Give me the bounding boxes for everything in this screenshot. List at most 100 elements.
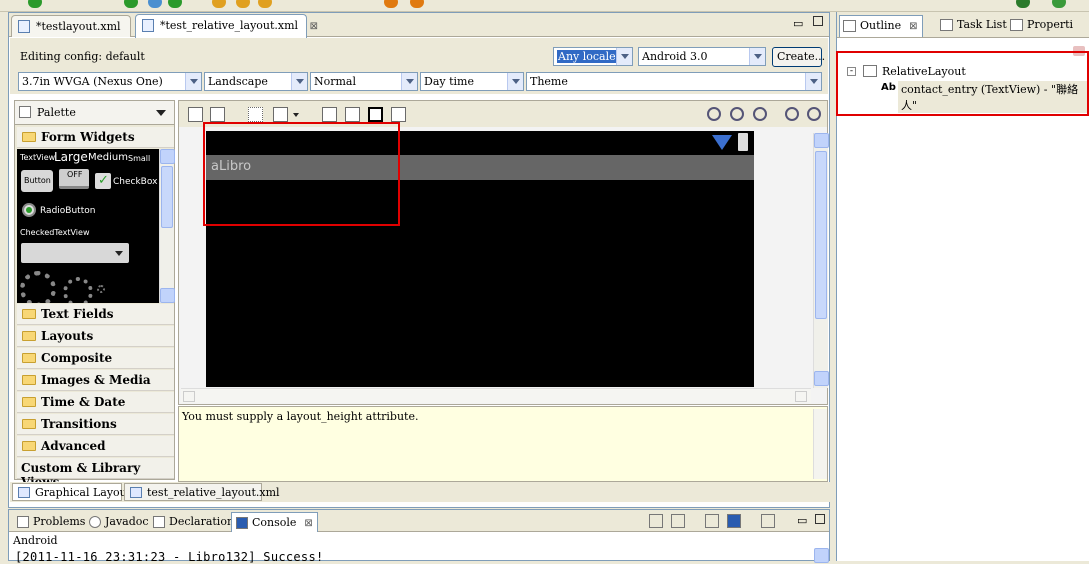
canvas-vscrollbar[interactable] (813, 133, 829, 388)
run-icon[interactable] (28, 0, 42, 8)
palette-category-form-widgets[interactable]: Form Widgets (17, 127, 174, 148)
palette-menu-icon[interactable] (156, 110, 166, 116)
tab-testlayout[interactable]: *testlayout.xml (11, 15, 131, 37)
tab-javadoc[interactable]: Javadoc (85, 512, 153, 532)
widget-toggle-button[interactable]: OFF (59, 169, 89, 189)
debug-icon[interactable] (124, 0, 138, 8)
close-tab-icon[interactable]: ⊠ (304, 518, 312, 529)
widget-small-text[interactable]: Small (128, 154, 150, 163)
palette-category-images-media[interactable]: Images & Media (17, 370, 174, 391)
clear-console-icon[interactable] (649, 514, 663, 528)
toggle-fill-height-icon[interactable] (210, 107, 225, 122)
scroll-up-icon[interactable] (160, 149, 175, 164)
locale-select[interactable]: Any locale (553, 47, 633, 66)
widget-progressbar-large[interactable] (20, 271, 56, 303)
ddms-perspective-icon[interactable] (1016, 0, 1030, 8)
orientation-select[interactable]: Landscape (204, 72, 308, 91)
palette-icon (19, 106, 31, 118)
margins-icon[interactable] (248, 107, 263, 122)
gravity-icon[interactable] (273, 107, 288, 122)
palette-category-layouts[interactable]: Layouts (17, 326, 174, 347)
widget-textview[interactable]: TextView (20, 153, 55, 162)
zoom-fit-icon[interactable] (707, 107, 721, 121)
zoom-out-icon[interactable] (785, 107, 799, 121)
widget-spinner[interactable] (21, 243, 129, 263)
toggle-fill-width-icon[interactable] (188, 107, 203, 122)
baseline-icon[interactable] (368, 107, 383, 122)
canvas-hscrollbar[interactable] (181, 388, 811, 403)
close-tab-icon[interactable]: ⊠ (310, 21, 318, 32)
console-output-line: [2011-11-16 23:31:23 - Libro132] Success… (15, 550, 324, 564)
widget-checkedtextview[interactable]: CheckedTextView (20, 228, 90, 237)
zoom-in-icon[interactable] (807, 107, 821, 121)
mode-select[interactable]: Normal (310, 72, 418, 91)
palette-category-transitions[interactable]: Transitions (17, 414, 174, 435)
forward-arrow-icon[interactable] (410, 0, 424, 8)
checkbox-icon[interactable]: ✓ (95, 173, 111, 189)
device-value: 3.7in WVGA (Nexus One) (22, 75, 163, 88)
palette-category-time-date[interactable]: Time & Date (17, 392, 174, 413)
folder-icon (22, 375, 36, 385)
tab-problems[interactable]: Problems (13, 512, 89, 532)
distribute-weights-icon[interactable] (322, 107, 337, 122)
console-name: Android (13, 534, 58, 547)
maximize-icon[interactable] (815, 514, 825, 524)
scroll-lock-icon[interactable] (671, 514, 685, 528)
scroll-up-icon[interactable] (814, 133, 829, 148)
scroll-thumb[interactable] (815, 151, 827, 319)
tab-console[interactable]: Console ⊠ (231, 512, 318, 532)
tab-test-relative-layout[interactable]: *test_relative_layout.xml ⊠ (135, 14, 318, 38)
minimize-icon[interactable]: ▭ (797, 514, 807, 527)
widget-medium-text[interactable]: Medium (88, 152, 128, 163)
widget-large-text[interactable]: Large (54, 150, 88, 164)
zoom-100-icon[interactable] (753, 107, 767, 121)
layout-weight-icon[interactable] (345, 107, 360, 122)
java-perspective-icon[interactable] (1052, 0, 1066, 8)
theme-select[interactable]: Theme (526, 72, 822, 91)
tab-xml-source[interactable]: test_relative_layout.xml (124, 483, 280, 501)
palette-category-advanced[interactable]: Advanced (17, 436, 174, 457)
scroll-left-icon[interactable] (183, 391, 195, 402)
widget-progressbar-small[interactable] (97, 285, 105, 293)
display-console-icon[interactable] (727, 514, 741, 528)
radio-icon[interactable] (22, 203, 36, 217)
palette-category-text-fields[interactable]: Text Fields (17, 304, 174, 325)
back-arrow-icon[interactable] (384, 0, 398, 8)
pencil-icon[interactable] (258, 0, 272, 8)
clear-weights-icon[interactable] (391, 107, 406, 122)
tab-declaration[interactable]: Declaration (149, 512, 238, 532)
chevron-down-icon[interactable] (293, 113, 299, 117)
open-folder-icon[interactable] (212, 0, 226, 8)
tab-properties[interactable]: Properti (1007, 15, 1077, 37)
open-console-icon[interactable] (761, 514, 775, 528)
create-config-button[interactable]: Create... (772, 47, 825, 67)
widget-checkbox[interactable]: CheckBox (113, 177, 157, 187)
tool-icon[interactable] (148, 0, 162, 8)
tab-graphical-layout[interactable]: Graphical Layout (12, 483, 131, 501)
tab-outline[interactable]: Outline ⊠ (839, 15, 923, 37)
maximize-icon[interactable] (813, 16, 823, 26)
android-version-select[interactable]: Android 3.0 (638, 47, 766, 66)
category-label: Advanced (41, 439, 106, 453)
scroll-right-icon[interactable] (795, 391, 807, 402)
close-tab-icon[interactable]: ⊠ (909, 21, 917, 32)
widget-progressbar[interactable] (63, 277, 93, 303)
pin-console-icon[interactable] (705, 514, 719, 528)
widget-radiobutton[interactable]: RadioButton (40, 206, 95, 216)
scroll-thumb[interactable] (161, 166, 173, 228)
run-ext-icon[interactable] (168, 0, 182, 8)
search-icon[interactable] (236, 0, 250, 8)
zoom-real-icon[interactable] (730, 107, 744, 121)
scroll-down-icon[interactable] (814, 371, 829, 386)
time-select[interactable]: Day time (420, 72, 524, 91)
palette-scrollbar[interactable] (159, 149, 175, 303)
scroll-down-icon[interactable] (160, 288, 175, 303)
widget-button[interactable]: Button (21, 170, 53, 192)
error-scrollbar[interactable] (813, 409, 827, 479)
category-label: Images & Media (41, 373, 151, 387)
palette-category-composite[interactable]: Composite (17, 348, 174, 369)
device-select[interactable]: 3.7in WVGA (Nexus One) (18, 72, 202, 91)
minimize-icon[interactable]: ▭ (793, 17, 803, 30)
palette-category-custom-library[interactable]: Custom & Library Views (17, 458, 174, 489)
tab-task-list[interactable]: Task List (937, 15, 1011, 37)
